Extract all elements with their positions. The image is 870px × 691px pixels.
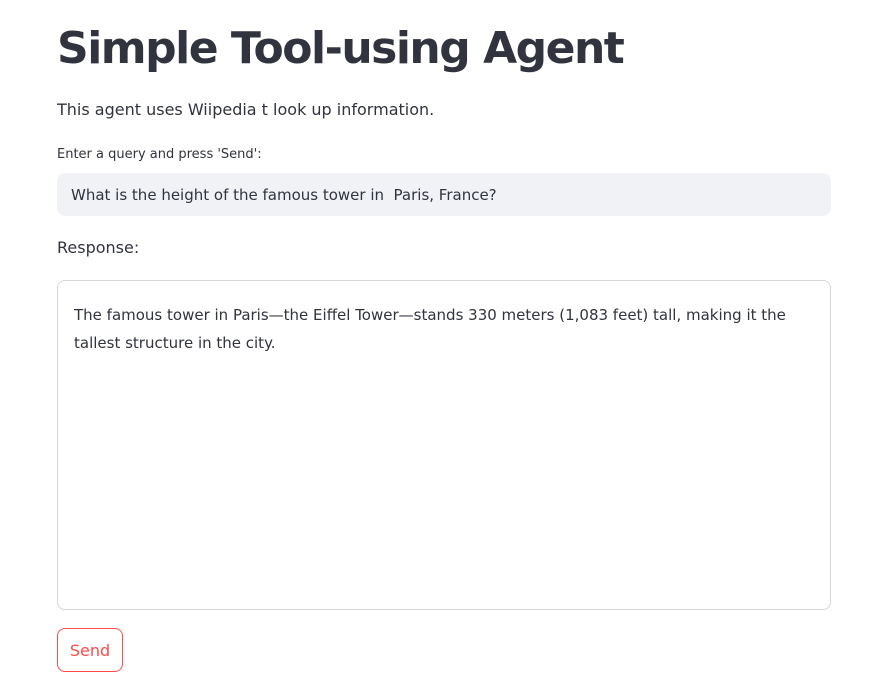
send-button[interactable]: Send — [57, 628, 123, 672]
response-label: Response: — [57, 238, 140, 257]
page-title: Simple Tool-using Agent — [57, 23, 625, 74]
query-input[interactable] — [57, 173, 831, 216]
intro-text: This agent uses Wiipedia t look up infor… — [57, 100, 435, 119]
query-label: Enter a query and press 'Send': — [57, 147, 262, 162]
response-textarea[interactable]: The famous tower in Paris—the Eiffel Tow… — [57, 280, 831, 610]
